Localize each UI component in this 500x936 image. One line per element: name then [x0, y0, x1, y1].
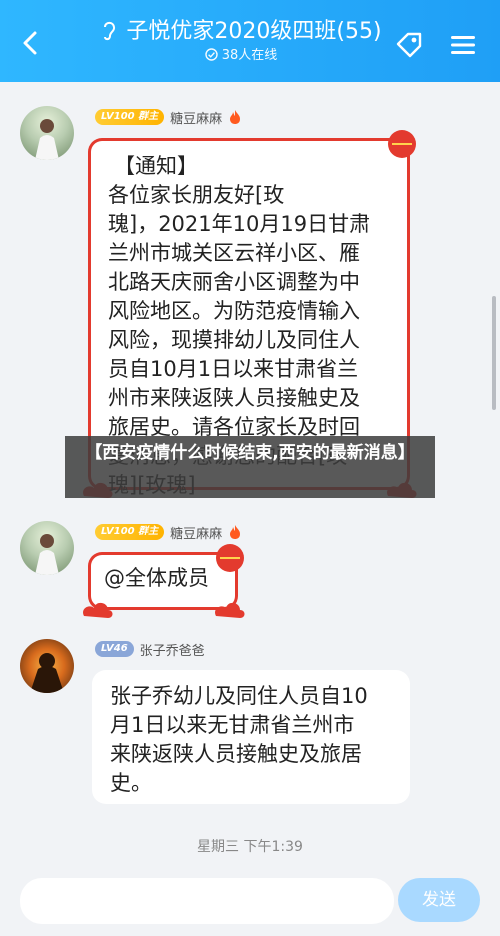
tag-icon[interactable]	[394, 30, 424, 60]
scrollbar[interactable]	[492, 296, 496, 410]
sender-meta: LV100 群主 糖豆麻麻	[95, 522, 242, 542]
lantern-decoration-icon	[216, 544, 244, 572]
chat-header: 子悦优家2020级四班(55) 38人在线	[0, 0, 500, 82]
sender-meta: LV100 群主 糖豆麻麻	[95, 107, 242, 127]
avatar[interactable]	[20, 639, 74, 693]
group-name: 子悦优家2020级四班(55)	[126, 19, 382, 44]
message-text: 张子乔幼儿及同住人员自10 月1日以来无甘肃省兰州市 来陕返陕人员接触史及旅居 …	[110, 684, 368, 795]
ear-icon	[104, 21, 116, 41]
online-status-icon	[205, 48, 218, 61]
chat-title: 子悦优家2020级四班(55)	[86, 18, 396, 46]
online-count: 38人在线	[86, 47, 396, 65]
message-input[interactable]	[20, 878, 394, 924]
send-button[interactable]: 发送	[398, 878, 480, 922]
sender-name: 糖豆麻麻	[170, 526, 223, 542]
flame-icon	[230, 110, 241, 124]
message-input-bar: 发送	[0, 866, 500, 936]
chevron-left-icon[interactable]	[18, 30, 44, 56]
avatar[interactable]	[20, 521, 74, 575]
message-bubble[interactable]: @全体成员	[83, 544, 245, 618]
level-badge: LV100 群主	[95, 109, 165, 125]
person-photo-icon	[35, 534, 59, 575]
message-bubble[interactable]: 张子乔幼儿及同住人员自10 月1日以来无甘肃省兰州市 来陕返陕人员接触史及旅居 …	[92, 670, 410, 804]
hamburger-menu-icon[interactable]	[448, 30, 478, 60]
message-timestamp: 星期三 下午1:39	[197, 839, 303, 855]
notice-title: 【通知】	[114, 154, 198, 178]
chat-title-area[interactable]: 子悦优家2020级四班(55) 38人在线	[86, 18, 396, 65]
warrior-avatar-icon	[30, 653, 64, 693]
lantern-decoration-icon	[388, 130, 416, 158]
sender-name: 糖豆麻麻	[170, 111, 223, 127]
sender-meta: LV46 张子乔爸爸	[95, 639, 205, 659]
level-badge: LV100 群主	[95, 524, 165, 540]
online-count-text: 38人在线	[221, 48, 278, 63]
person-photo-icon	[35, 119, 59, 160]
cloud-decoration-icon	[83, 602, 113, 618]
cloud-decoration-icon	[215, 602, 245, 618]
article-caption-overlay: 【西安疫情什么时候结束,西安的最新消息】	[65, 436, 435, 498]
avatar[interactable]	[20, 106, 74, 160]
sender-name: 张子乔爸爸	[139, 643, 205, 659]
flame-icon	[230, 525, 241, 539]
level-badge: LV46	[95, 641, 134, 657]
